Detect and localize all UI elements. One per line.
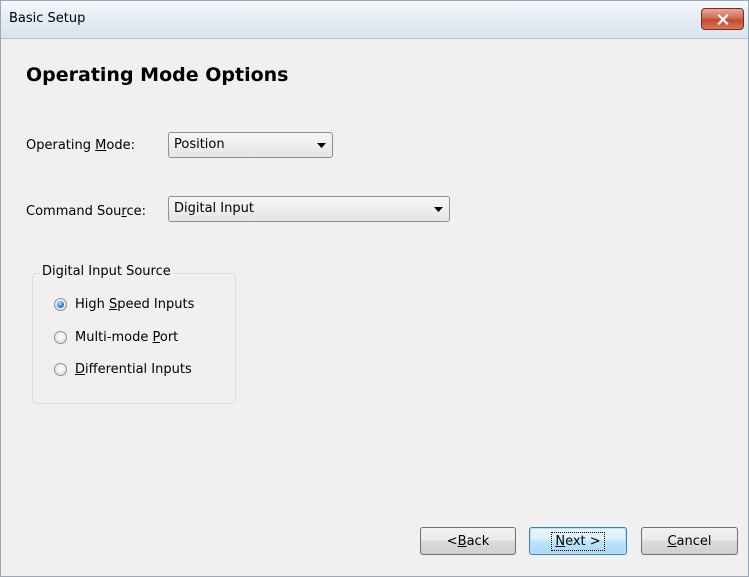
back-button[interactable]: < Back [420, 527, 516, 555]
focus-indicator: Next > [551, 531, 605, 551]
operating-mode-value: Position [174, 137, 225, 152]
radio-label: High Speed Inputs [75, 296, 195, 312]
radio-high-speed-inputs[interactable]: High Speed Inputs [54, 295, 194, 313]
chevron-down-icon [317, 143, 326, 148]
command-source-value: Digital Input [174, 201, 254, 216]
title-bar[interactable]: Basic Setup [1, 1, 748, 39]
digital-input-source-legend: Digital Input Source [40, 264, 173, 279]
command-source-label: Command Source: [26, 204, 146, 219]
operating-mode-select[interactable]: Position [168, 132, 333, 158]
next-button[interactable]: Next > [529, 527, 627, 555]
radio-button[interactable] [54, 362, 67, 376]
radio-label: Multi-mode Port [75, 329, 179, 345]
chevron-down-icon [434, 207, 443, 212]
radio-button[interactable] [54, 330, 67, 344]
command-source-select[interactable]: Digital Input [168, 196, 450, 222]
close-icon [716, 13, 729, 25]
radio-button-selected[interactable] [54, 297, 67, 311]
close-button[interactable] [701, 8, 744, 30]
operating-mode-label: Operating Mode: [26, 138, 135, 153]
cancel-button[interactable]: Cancel [641, 527, 738, 555]
window-title: Basic Setup [9, 11, 86, 26]
page-title: Operating Mode Options [26, 64, 289, 86]
radio-differential-inputs[interactable]: Differential Inputs [54, 360, 192, 378]
radio-multi-mode-port[interactable]: Multi-mode Port [54, 328, 178, 346]
basic-setup-dialog: Basic Setup Operating Mode Options Opera… [0, 0, 749, 577]
radio-label: Differential Inputs [75, 361, 192, 377]
